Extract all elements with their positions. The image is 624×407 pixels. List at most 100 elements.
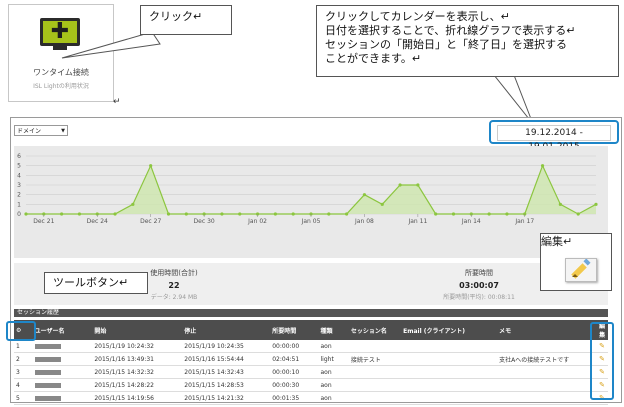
username-cell xyxy=(32,340,93,353)
col-memo[interactable]: メモ xyxy=(497,320,598,340)
y-tick-label: 1 xyxy=(17,201,21,208)
redacted-username xyxy=(34,343,61,349)
series-area xyxy=(26,165,596,214)
edit-column-highlight xyxy=(590,322,614,400)
data-point[interactable] xyxy=(398,183,402,187)
x-tick-label: Dec 21 xyxy=(33,218,54,225)
session-table: ⚙ ユーザー名 開始 停止 所要時間 種類 セッション名 Email (クライア… xyxy=(14,320,608,405)
session-name-cell xyxy=(348,365,402,379)
data-point[interactable] xyxy=(273,212,277,216)
start-cell: 2015/1/15 14:28:22 xyxy=(92,378,183,392)
x-tick-label: Dec 24 xyxy=(87,218,108,225)
data-point[interactable] xyxy=(77,212,82,216)
stop-cell: 2015/1/19 10:24:35 xyxy=(182,340,271,353)
data-point[interactable] xyxy=(505,212,509,216)
table-row[interactable]: 5 2015/1/15 14:19:56 2015/1/15 14:21:32 00:… xyxy=(14,391,608,405)
y-tick-label: 5 xyxy=(17,163,21,170)
data-point[interactable] xyxy=(362,193,367,197)
col-email[interactable]: Email (クライアント) xyxy=(401,320,498,340)
email-cell xyxy=(401,365,498,379)
x-tick-label: Jan 17 xyxy=(514,218,534,225)
data-point[interactable] xyxy=(238,212,242,216)
stop-cell: 2015/1/15 14:21:32 xyxy=(182,391,271,405)
data-point[interactable] xyxy=(327,212,331,216)
domain-select[interactable]: ドメイン ▼ xyxy=(14,125,68,136)
table-row[interactable]: 1 2015/1/19 10:24:32 2015/1/19 10:24:35 00:… xyxy=(14,340,608,353)
chevron-down-icon: ▼ xyxy=(61,128,65,134)
duration-cell: 00:01:35 xyxy=(270,391,319,405)
tool-button-highlight xyxy=(6,321,36,341)
username-cell xyxy=(32,352,93,366)
type-cell: aon xyxy=(318,391,349,405)
calendar-callout: クリックしてカレンダーを表示し、↵ 日付を選択することで、折れ線グラフで表示する… xyxy=(316,5,619,77)
data-point[interactable] xyxy=(434,212,438,216)
session-name-cell: 接続テスト xyxy=(348,352,402,366)
duration-cell: 00:00:10 xyxy=(270,365,319,379)
data-point[interactable] xyxy=(576,212,580,216)
table-header-row: ⚙ ユーザー名 開始 停止 所要時間 種類 セッション名 Email (クライア… xyxy=(14,320,608,340)
memo-cell xyxy=(497,365,598,379)
email-cell xyxy=(401,352,498,366)
email-cell xyxy=(401,340,498,353)
data-point[interactable] xyxy=(291,212,295,216)
data-point[interactable] xyxy=(487,212,491,216)
col-session-name[interactable]: セッション名 xyxy=(348,320,402,340)
x-tick-label: Jan 11 xyxy=(407,218,427,225)
table-row[interactable]: 2 2015/1/16 13:49:31 2015/1/16 15:54:44 02:… xyxy=(14,352,608,366)
data-point[interactable] xyxy=(345,212,349,216)
edit-callout: 編集↵ xyxy=(540,233,612,291)
stat-duration: 所要時間 03:00:07 所要時間(平均): 00:08:11 xyxy=(443,269,515,301)
session-name-cell xyxy=(348,378,402,392)
type-cell: light xyxy=(318,352,349,366)
data-point[interactable] xyxy=(149,164,153,168)
redacted-username xyxy=(34,356,61,362)
stop-cell: 2015/1/16 15:54:44 xyxy=(182,352,271,366)
session-name-cell xyxy=(348,340,402,353)
start-cell: 2015/1/19 10:24:32 xyxy=(92,340,183,353)
y-tick-label: 3 xyxy=(17,182,21,189)
data-point[interactable] xyxy=(416,183,420,187)
username-cell xyxy=(32,378,93,392)
tool-button-callout: ツールボタン↵ xyxy=(44,272,148,294)
duration-cell: 00:00:00 xyxy=(270,340,319,353)
start-cell: 2015/1/16 13:49:31 xyxy=(92,352,183,366)
date-range-highlight: 19.12.2014 - 19.01.2015 xyxy=(489,120,619,152)
data-point[interactable] xyxy=(60,212,64,216)
data-point[interactable] xyxy=(166,212,171,216)
y-tick-label: 2 xyxy=(17,192,21,199)
table-row[interactable]: 3 2015/1/15 14:32:32 2015/1/15 14:32:43 00:… xyxy=(14,365,608,379)
data-point[interactable] xyxy=(380,202,384,206)
col-stop[interactable]: 停止 xyxy=(182,320,271,340)
stop-cell: 2015/1/15 14:28:53 xyxy=(182,378,271,392)
col-username[interactable]: ユーザー名 xyxy=(32,320,93,340)
data-point[interactable] xyxy=(131,202,135,206)
series-line xyxy=(26,164,597,215)
col-duration[interactable]: 所要時間 xyxy=(270,320,319,340)
data-point[interactable] xyxy=(594,202,598,206)
data-point[interactable] xyxy=(24,212,28,216)
session-name-cell xyxy=(348,391,402,405)
y-tick-label: 6 xyxy=(17,153,21,160)
data-point[interactable] xyxy=(184,212,188,216)
start-cell: 2015/1/15 14:32:32 xyxy=(92,365,183,379)
date-range-input[interactable]: 19.12.2014 - 19.01.2015 xyxy=(497,125,611,152)
start-cell: 2015/1/15 14:19:56 xyxy=(92,391,183,405)
col-start[interactable]: 開始 xyxy=(92,320,183,340)
username-cell xyxy=(32,365,93,379)
data-point[interactable] xyxy=(540,164,545,168)
redacted-username xyxy=(34,369,61,375)
data-point[interactable] xyxy=(113,212,117,216)
data-point[interactable] xyxy=(451,212,456,216)
duration-cell: 02:04:51 xyxy=(270,352,319,366)
pencil-icon xyxy=(565,258,597,282)
col-type[interactable]: 種類 xyxy=(318,320,349,340)
email-cell xyxy=(401,391,498,405)
email-cell xyxy=(401,378,498,392)
data-point[interactable] xyxy=(558,202,562,206)
table-row[interactable]: 4 2015/1/15 14:28:22 2015/1/15 14:28:53 00:… xyxy=(14,378,608,392)
type-cell: aon xyxy=(318,365,349,379)
stop-cell: 2015/1/15 14:32:43 xyxy=(182,365,271,379)
duration-cell: 00:00:30 xyxy=(270,378,319,392)
type-cell: aon xyxy=(318,340,349,353)
data-point[interactable] xyxy=(220,212,224,216)
